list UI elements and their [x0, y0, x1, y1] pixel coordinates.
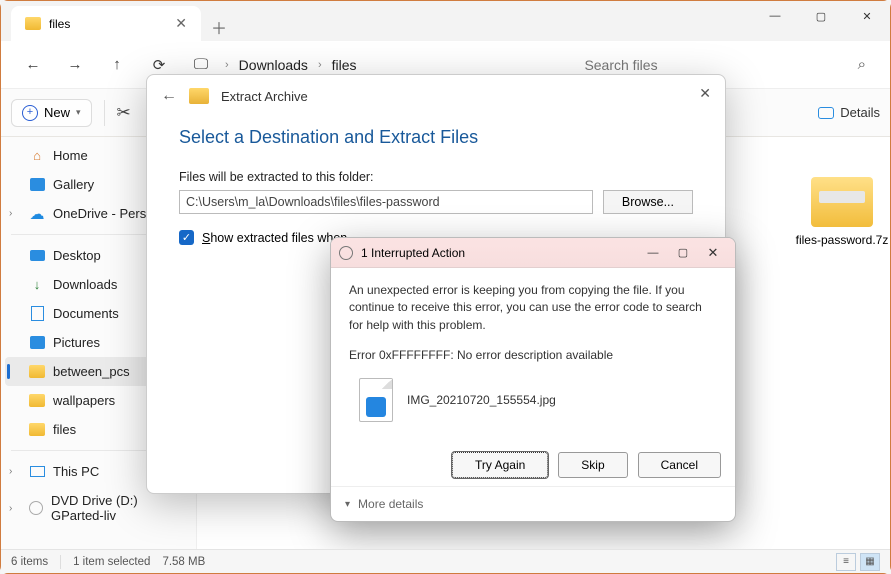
chevron-right-icon: › — [318, 59, 322, 71]
chevron-right-icon[interactable]: › — [9, 466, 12, 477]
gallery-icon — [29, 177, 45, 192]
new-button-label: New — [44, 105, 70, 120]
more-details-toggle[interactable]: ▾ More details — [331, 486, 735, 521]
details-button[interactable]: Details — [818, 105, 880, 120]
folder-icon — [29, 393, 45, 408]
sidebar-item-label: files — [53, 422, 76, 437]
minimize-button[interactable]: — — [639, 242, 667, 264]
chevron-right-icon[interactable]: › — [9, 503, 12, 514]
up-button[interactable]: ↑ — [99, 47, 135, 83]
file-item[interactable]: files-password.7z — [794, 177, 890, 247]
sidebar-item-label: between_pcs — [53, 364, 130, 379]
chevron-down-icon: ▾ — [345, 499, 350, 510]
error-dialog-title: 1 Interrupted Action — [361, 246, 465, 260]
search-box[interactable]: Search files ⌕ — [584, 56, 876, 73]
dialog-body: Select a Destination and Extract Files F… — [147, 117, 725, 255]
maximize-button[interactable]: ▢ — [669, 242, 697, 264]
titlebar: files ✕ ＋ — ▢ ✕ — [1, 1, 890, 41]
dialog-header: ← Extract Archive — [147, 75, 725, 117]
document-icon — [29, 306, 45, 321]
folder-icon — [29, 422, 45, 437]
home-icon: ⌂ — [29, 148, 45, 163]
sidebar-item-label: Gallery — [53, 177, 94, 192]
zip-icon — [811, 177, 873, 227]
divider — [104, 100, 105, 126]
sidebar-item-label: Documents — [53, 306, 119, 321]
new-button[interactable]: + New ▾ — [11, 99, 92, 127]
divider — [60, 555, 61, 569]
minimize-button[interactable]: — — [752, 1, 798, 31]
cancel-button[interactable]: Cancel — [638, 452, 721, 478]
error-code: Error 0xFFFFFFFF: No error description a… — [349, 348, 717, 362]
tab-close-icon[interactable]: ✕ — [175, 15, 187, 32]
tab-label: files — [49, 17, 70, 31]
sidebar-item-label: DVD Drive (D:) GParted-liv — [51, 493, 186, 523]
search-icon: ⌕ — [858, 56, 866, 73]
window-controls: — ▢ ✕ — [752, 1, 890, 31]
maximize-button[interactable]: ▢ — [798, 1, 844, 31]
cloud-icon: ☁ — [29, 206, 45, 221]
close-button[interactable]: ✕ — [844, 1, 890, 31]
sidebar-item-label: This PC — [53, 464, 99, 479]
clock-icon — [339, 246, 353, 260]
dvd-icon — [29, 501, 43, 516]
breadcrumb-item[interactable]: files — [332, 57, 357, 73]
status-bar: 6 items 1 item selected 7.58 MB ≡ ▦ — [1, 549, 890, 573]
more-details-label: More details — [358, 497, 423, 511]
back-button[interactable]: ← — [15, 47, 51, 83]
details-icon — [818, 107, 834, 119]
sidebar-item-label: Home — [53, 148, 88, 163]
chevron-right-icon: › — [225, 59, 229, 71]
checkbox-checked-icon: ✓ — [179, 230, 194, 245]
breadcrumb-item[interactable]: Downloads — [239, 57, 308, 73]
error-message: An unexpected error is keeping you from … — [349, 282, 717, 334]
breadcrumb[interactable]: › Downloads › files — [225, 57, 357, 73]
chevron-right-icon[interactable]: › — [9, 208, 12, 219]
chevron-down-icon: ▾ — [76, 107, 81, 118]
archive-icon — [189, 88, 209, 104]
sidebar-item-label: Downloads — [53, 277, 117, 292]
error-filename: IMG_20210720_155554.jpg — [407, 393, 556, 407]
picture-icon — [29, 335, 45, 350]
sidebar-item-label: Pictures — [53, 335, 100, 350]
status-selection: 1 item selected — [73, 556, 150, 568]
folder-icon — [25, 17, 41, 30]
try-again-button[interactable]: Try Again — [452, 452, 548, 478]
cut-icon[interactable]: ✂ — [117, 103, 131, 123]
image-file-icon — [359, 378, 393, 422]
view-list-button[interactable]: ≡ — [836, 553, 856, 571]
search-placeholder: Search files — [584, 57, 657, 73]
destination-path-input[interactable] — [179, 190, 593, 214]
back-icon[interactable]: ← — [161, 87, 177, 105]
details-label: Details — [840, 105, 880, 120]
window-tab[interactable]: files ✕ — [11, 6, 201, 41]
view-grid-button[interactable]: ▦ — [860, 553, 880, 571]
error-dialog-buttons: Try Again Skip Cancel — [331, 452, 735, 486]
status-size: 7.58 MB — [162, 556, 205, 568]
sidebar-item-label: Desktop — [53, 248, 101, 263]
plus-icon: + — [22, 105, 38, 121]
desktop-icon — [29, 248, 45, 263]
dialog-header-title: Extract Archive — [221, 89, 308, 104]
sidebar-item-label: wallpapers — [53, 393, 115, 408]
skip-button[interactable]: Skip — [558, 452, 627, 478]
error-file-row: IMG_20210720_155554.jpg — [349, 378, 717, 422]
pc-icon — [29, 464, 45, 479]
download-icon: ↓ — [29, 277, 45, 292]
error-dialog-header: 1 Interrupted Action — ▢ ✕ — [331, 238, 735, 268]
browse-button[interactable]: Browse... — [603, 190, 693, 214]
folder-label: Files will be extracted to this folder: — [179, 170, 693, 184]
checkbox-label: Show extracted files when — [202, 231, 347, 245]
close-button[interactable]: ✕ — [699, 242, 727, 264]
dialog-title: Select a Destination and Extract Files — [179, 127, 693, 148]
status-item-count: 6 items — [11, 556, 48, 568]
close-icon[interactable]: ✕ — [699, 85, 711, 102]
error-dialog-body: An unexpected error is keeping you from … — [331, 268, 735, 452]
forward-button[interactable]: → — [57, 47, 93, 83]
file-name: files-password.7z — [796, 233, 889, 247]
new-tab-button[interactable]: ＋ — [211, 15, 227, 39]
folder-icon — [29, 364, 45, 379]
error-dialog: 1 Interrupted Action — ▢ ✕ An unexpected… — [330, 237, 736, 522]
sidebar-item-label: OneDrive - Person — [53, 206, 161, 221]
